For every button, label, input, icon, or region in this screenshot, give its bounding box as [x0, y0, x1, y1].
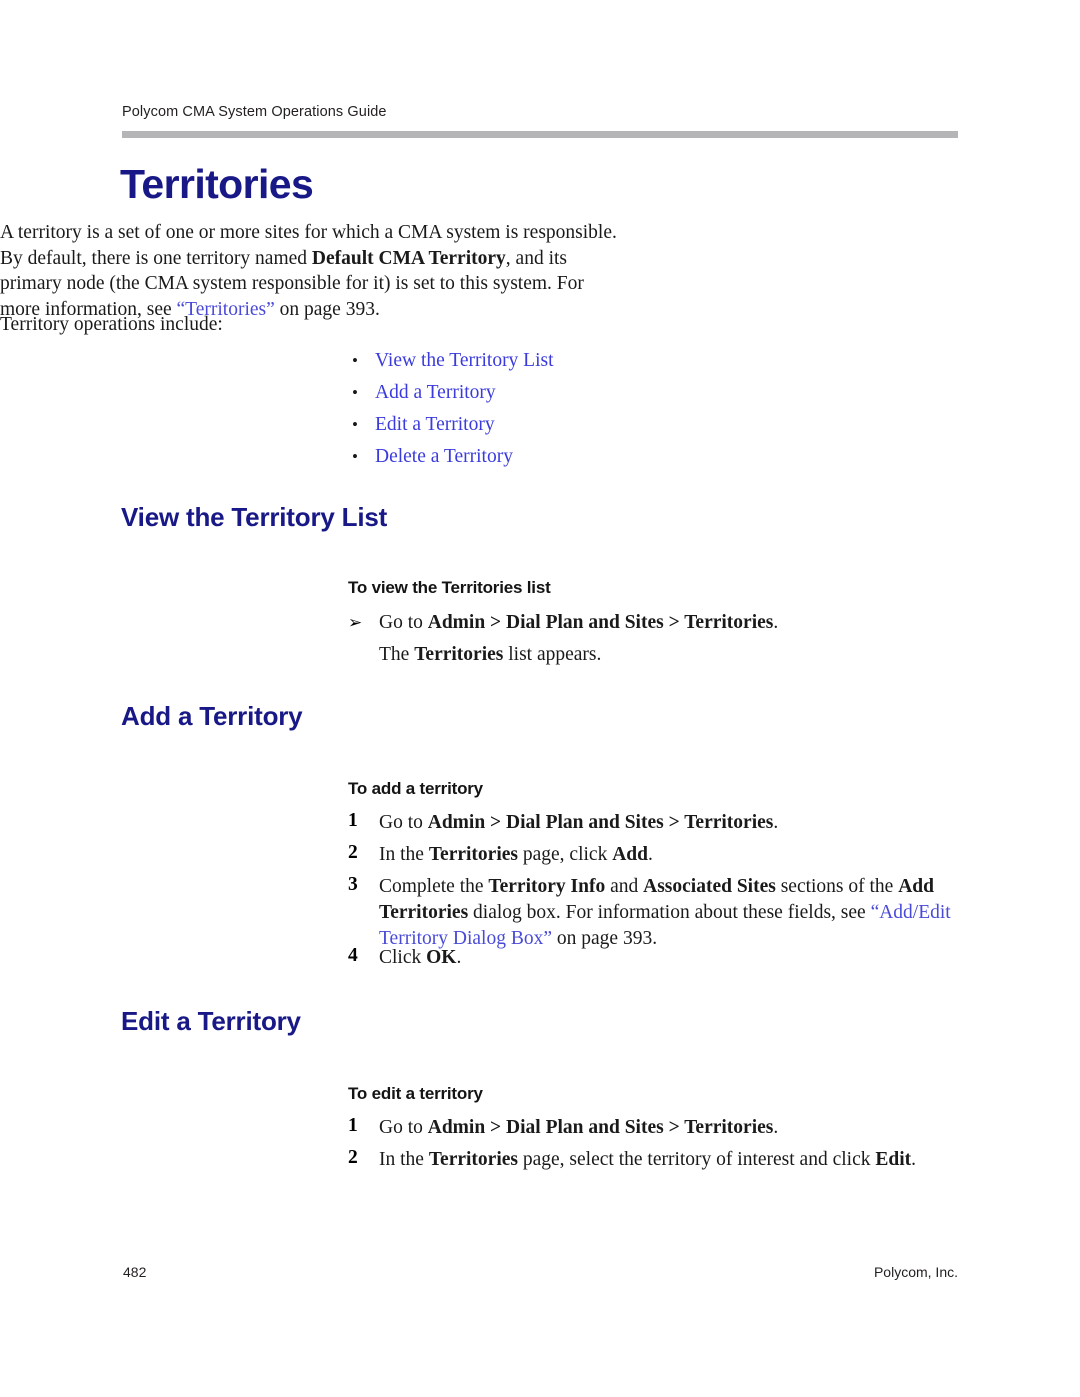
step-bold-1: Territories: [428, 1149, 518, 1170]
step-bold-1: Admin > Dial Plan and Sites > Territorie…: [427, 612, 774, 633]
step-text-part-1: Go to: [379, 812, 428, 833]
procedure-heading-to-add-a-territory: To add a territory: [348, 779, 483, 798]
footer-company-name: Polycom, Inc.: [873, 1264, 958, 1280]
step-text-part-2: .: [456, 947, 462, 968]
operations-lead-in: Territory operations include:: [0, 314, 223, 335]
intro-bold-default-territory: Default CMA Territory: [311, 247, 506, 269]
page-title: Territories: [120, 161, 314, 207]
header-rule-divider: [122, 131, 958, 138]
link-add-a-territory[interactable]: Add a Territory: [375, 377, 496, 409]
step-text-part-1: Go to: [379, 612, 428, 633]
step-result-text: The Territories list appears.: [379, 642, 969, 668]
step-text-part-2: .: [773, 1117, 779, 1138]
section-heading-view-the-territory-list: View the Territory List: [121, 502, 388, 532]
step-text-part-1: In the: [379, 844, 429, 865]
step-number: 3: [348, 874, 358, 895]
section-heading-edit-a-territory: Edit a Territory: [121, 1006, 301, 1036]
list-item[interactable]: • Edit a Territory: [348, 409, 908, 441]
step-bold-2: Associated Sites: [643, 876, 776, 897]
step-number: 2: [348, 1147, 358, 1168]
list-item[interactable]: • View the Territory List: [348, 345, 908, 377]
bullet-dot-icon: •: [352, 383, 358, 402]
running-header: Polycom CMA System Operations Guide: [122, 104, 387, 120]
step-text-part-2: .: [773, 612, 779, 633]
bullet-dot-icon: •: [352, 415, 358, 434]
result-text-part-1: The: [379, 644, 415, 665]
step-bold-1: Territories: [428, 844, 518, 865]
operations-link-list: • View the Territory List • Add a Territ…: [348, 345, 908, 473]
step-bold-2: Add: [612, 844, 648, 865]
result-text-part-2: list appears.: [503, 644, 602, 665]
intro-paragraph: A territory is a set of one or more site…: [0, 220, 620, 322]
step-text-part-4: dialog box. For information about these …: [468, 901, 871, 923]
step-text-part-2: page, click: [518, 844, 613, 865]
list-item[interactable]: • Delete a Territory: [348, 441, 908, 473]
result-bold-1: Territories: [414, 644, 504, 665]
link-view-the-territory-list[interactable]: View the Territory List: [375, 345, 554, 377]
step-text: Go to Admin > Dial Plan and Sites > Terr…: [379, 810, 969, 836]
section-heading-add-a-territory: Add a Territory: [121, 701, 303, 731]
step-bold-2: Edit: [875, 1149, 912, 1170]
link-edit-a-territory[interactable]: Edit a Territory: [375, 409, 495, 441]
step-bold-1: Admin > Dial Plan and Sites > Territorie…: [427, 812, 774, 833]
step-text: Go to Admin > Dial Plan and Sites > Terr…: [379, 610, 969, 636]
step-text-part-3: sections of the: [775, 876, 899, 897]
step-text-part-1: Click: [379, 947, 427, 968]
procedure-heading-to-edit-a-territory: To edit a territory: [348, 1084, 483, 1103]
step-bold-1: Territory Info: [488, 876, 606, 897]
step-text-part-2: .: [773, 812, 779, 833]
step-number: 1: [348, 1115, 358, 1136]
step-text: Complete the Territory Info and Associat…: [379, 874, 964, 951]
footer-page-number: 482: [123, 1264, 147, 1280]
bullet-dot-icon: •: [352, 447, 358, 466]
step-text-part-1: Go to: [379, 1117, 428, 1138]
bullet-dot-icon: •: [352, 351, 358, 370]
step-text-part-2: page, select the territory of interest a…: [518, 1149, 876, 1170]
step-text-part-2: and: [605, 876, 644, 897]
step-number: 1: [348, 810, 358, 831]
step-text-part-3: .: [648, 844, 653, 865]
step-text-part-1: In the: [379, 1149, 429, 1170]
step-number: 4: [348, 945, 358, 966]
document-page: Polycom CMA System Operations Guide Terr…: [0, 0, 1080, 1397]
step-text: Click OK.: [379, 945, 969, 971]
step-bold-1: Admin > Dial Plan and Sites > Territorie…: [427, 1117, 774, 1138]
step-text-part-3: .: [911, 1149, 916, 1170]
step-bold-1: OK: [426, 947, 457, 968]
step-number: 2: [348, 842, 358, 863]
step-text: In the Territories page, click Add.: [379, 842, 969, 868]
list-item[interactable]: • Add a Territory: [348, 377, 908, 409]
step-text: Go to Admin > Dial Plan and Sites > Terr…: [379, 1115, 969, 1141]
step-text: In the Territories page, select the terr…: [379, 1147, 969, 1173]
procedure-heading-to-view-the-territories-list: To view the Territories list: [348, 578, 551, 597]
step-text-part-1: Complete the: [379, 876, 489, 897]
step-marker-arrow-icon: ➢: [348, 613, 363, 632]
link-delete-a-territory[interactable]: Delete a Territory: [375, 441, 513, 473]
